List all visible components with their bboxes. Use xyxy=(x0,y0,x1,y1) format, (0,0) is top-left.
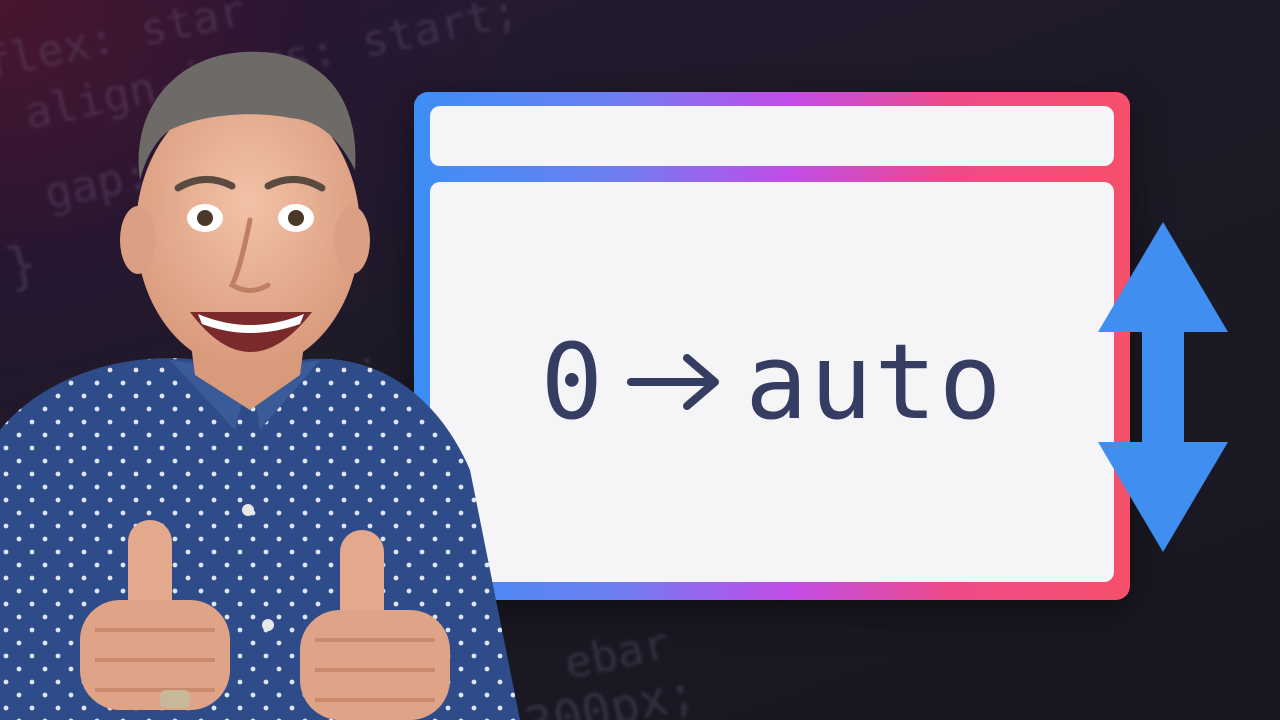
arrow-right-icon xyxy=(627,354,720,410)
presenter-photo xyxy=(0,51,520,720)
vertical-double-arrow-icon xyxy=(1098,222,1228,552)
headline-to: auto xyxy=(745,321,1004,443)
headline-from: 0 xyxy=(540,321,606,443)
